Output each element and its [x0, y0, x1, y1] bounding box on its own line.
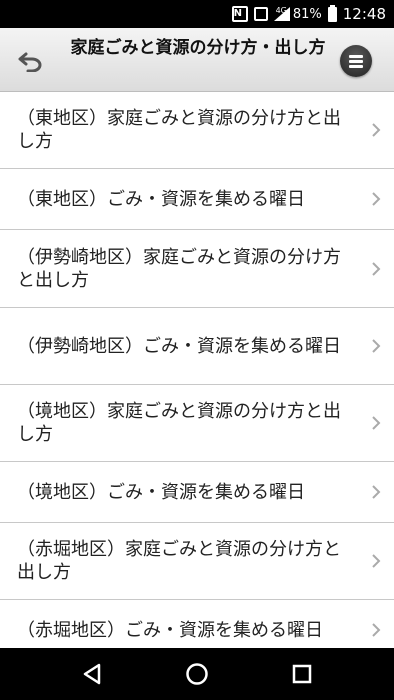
item-list: （東地区）家庭ごみと資源の分け方と出し方 （東地区）ごみ・資源を集める曜日 （伊… [0, 92, 394, 648]
list-item-label: （境地区）家庭ごみと資源の分け方と出し方 [17, 401, 341, 445]
back-triangle-icon[interactable] [72, 654, 112, 694]
signal-icon [273, 7, 290, 21]
vibrate-icon [253, 7, 268, 21]
list-item[interactable]: （境地区）ごみ・資源を集める曜日 [0, 462, 394, 523]
list-item[interactable]: （東地区）ごみ・資源を集める曜日 [0, 169, 394, 230]
chevron-right-icon [372, 485, 381, 499]
list-item[interactable]: （境地区）家庭ごみと資源の分け方と出し方 [0, 385, 394, 462]
chevron-right-icon [372, 339, 381, 353]
list-item[interactable]: （赤堀地区）家庭ごみと資源の分け方と出し方 [0, 523, 394, 600]
app-header: 家庭ごみと資源の分け方・出し方 [0, 28, 394, 92]
nfc-icon: N [231, 6, 248, 22]
list-item-label: （赤堀地区）ごみ・資源を集める曜日 [17, 619, 323, 641]
list-item-label: （東地区）ごみ・資源を集める曜日 [17, 188, 305, 210]
chevron-right-icon [372, 623, 381, 637]
list-item-label: （伊勢崎地区）ごみ・資源を集める曜日 [17, 335, 341, 357]
page-title: 家庭ごみと資源の分け方・出し方 [70, 38, 326, 58]
menu-icon[interactable] [340, 45, 372, 77]
chevron-right-icon [372, 123, 381, 137]
chevron-right-icon [372, 554, 381, 568]
list-item-label: （伊勢崎地区）家庭ごみと資源の分け方と出し方 [17, 246, 341, 291]
status-bar: N 4G 81% 12:48 [0, 0, 394, 28]
undo-arrow-icon[interactable] [14, 44, 48, 78]
list-item[interactable]: （伊勢崎地区）家庭ごみと資源の分け方と出し方 [0, 230, 394, 308]
list-item[interactable]: （伊勢崎地区）ごみ・資源を集める曜日 [0, 308, 394, 385]
chevron-right-icon [372, 192, 381, 206]
chevron-right-icon [372, 261, 381, 276]
navigation-bar [0, 648, 394, 700]
battery-percent: 81% [292, 6, 322, 22]
chevron-right-icon [372, 416, 381, 430]
list-item-label: （境地区）ごみ・資源を集める曜日 [17, 481, 305, 503]
recents-square-icon[interactable] [282, 654, 322, 694]
clock: 12:48 [342, 5, 386, 23]
battery-icon [327, 4, 337, 22]
list-item[interactable]: （赤堀地区）ごみ・資源を集める曜日 [0, 600, 394, 648]
list-item[interactable]: （東地区）家庭ごみと資源の分け方と出し方 [0, 92, 394, 169]
home-circle-icon[interactable] [177, 654, 217, 694]
list-item-label: （赤堀地区）家庭ごみと資源の分け方と出し方 [17, 539, 341, 583]
list-item-label: （東地区）家庭ごみと資源の分け方と出し方 [17, 108, 341, 152]
